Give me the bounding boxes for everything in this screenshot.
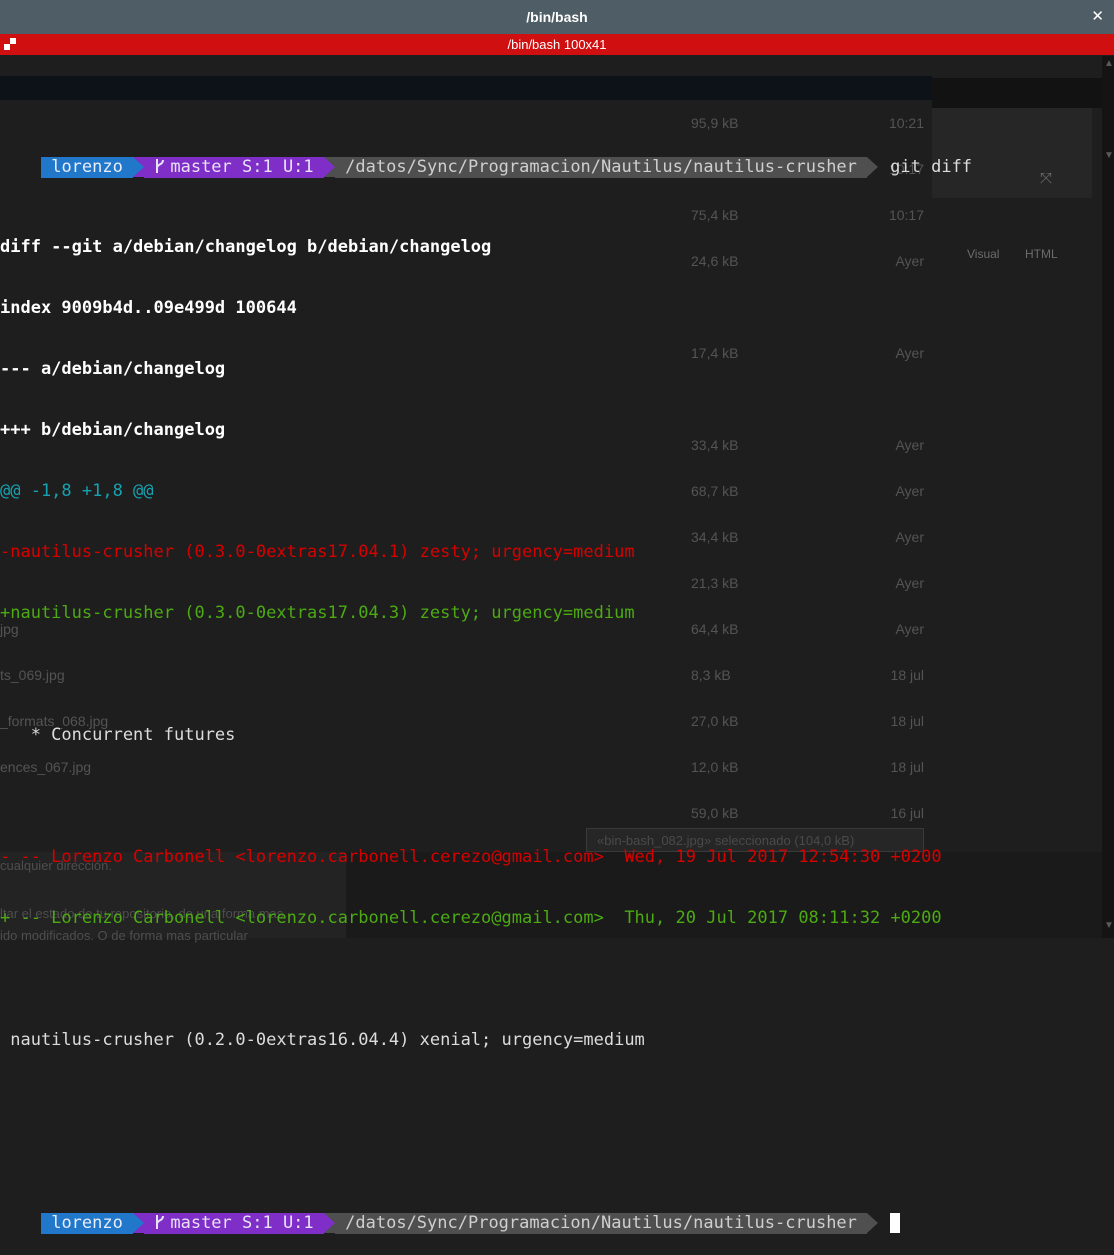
diff-context-line: * Concurrent futures	[0, 725, 236, 745]
window-titlebar[interactable]: /bin/bash ✕	[0, 0, 1114, 34]
prompt-user-segment: lorenzo	[40, 1213, 134, 1234]
prompt-command: git diff	[890, 157, 973, 177]
diff-header-line: --- a/debian/changelog	[0, 359, 226, 379]
close-icon[interactable]: ✕	[1091, 0, 1104, 34]
diff-removed-line: - -- Lorenzo Carbonell <lorenzo.carbonel…	[0, 847, 942, 867]
background-preview-panel: Visual HTML	[932, 108, 1092, 261]
diff-blank-line	[0, 969, 932, 990]
diff-blank-line	[0, 1091, 932, 1112]
view-toggle-visual[interactable]: Visual	[967, 247, 999, 261]
git-branch-icon	[156, 159, 165, 173]
expand-icon[interactable]: ⤧	[1040, 170, 1052, 187]
terminal-output[interactable]: lorenzo master S:1 U:1 /datos/Sync/Progr…	[0, 56, 972, 1234]
diff-added-line: + -- Lorenzo Carbonell <lorenzo.carbonel…	[0, 908, 942, 928]
diff-added-line: +nautilus-crusher (0.3.0-0extras17.04.3)…	[0, 603, 635, 623]
prompt-line: lorenzo master S:1 U:1 /datos/Sync/Progr…	[0, 136, 972, 178]
view-toggle-html[interactable]: HTML	[1025, 247, 1058, 261]
diff-header-line: index 9009b4d..09e499d 100644	[0, 298, 297, 318]
scroll-down-icon[interactable]: ▼	[1104, 150, 1114, 161]
scroll-up-icon[interactable]: ▲	[1104, 58, 1114, 69]
powerline-separator-icon	[867, 157, 879, 177]
terminal-cursor	[890, 1213, 901, 1233]
window-title: /bin/bash	[526, 9, 588, 25]
prompt-git-segment: master S:1 U:1	[144, 157, 324, 178]
powerline-separator-icon	[133, 1213, 145, 1233]
prompt-user: lorenzo	[51, 157, 123, 177]
prompt-user-segment: lorenzo	[40, 157, 134, 178]
diff-blank-line	[0, 664, 932, 685]
background-scrollbar[interactable]	[1102, 56, 1114, 938]
prompt-path-segment: /datos/Sync/Programacion/Nautilus/nautil…	[334, 157, 868, 178]
diff-blank-line	[0, 786, 932, 807]
prompt-branch: master S:1 U:1	[170, 1213, 314, 1233]
prompt-branch: master S:1 U:1	[170, 157, 314, 177]
powerline-separator-icon	[133, 157, 145, 177]
powerline-separator-icon	[867, 1213, 879, 1233]
terminal-tab-bar[interactable]: /bin/bash 100x41	[0, 34, 1114, 55]
diff-removed-line: -nautilus-crusher (0.3.0-0extras17.04.1)…	[0, 542, 635, 562]
scroll-down-icon[interactable]: ▼	[1104, 920, 1114, 931]
powerline-separator-icon	[323, 157, 335, 177]
powerline-separator-icon	[323, 1213, 335, 1233]
diff-header-line: +++ b/debian/changelog	[0, 420, 226, 440]
prompt-line: lorenzo master S:1 U:1 /datos/Sync/Progr…	[0, 1192, 932, 1234]
tab-title: /bin/bash 100x41	[507, 37, 607, 52]
diff-context-line: nautilus-crusher (0.2.0-0extras16.04.4) …	[0, 1030, 645, 1050]
prompt-user: lorenzo	[51, 1213, 123, 1233]
diff-header-line: diff --git a/debian/changelog b/debian/c…	[0, 237, 492, 257]
background-header-band	[932, 78, 1114, 108]
prompt-path: /datos/Sync/Programacion/Nautilus/nautil…	[345, 1213, 857, 1233]
git-branch-icon	[156, 1215, 165, 1229]
prompt-git-segment: master S:1 U:1	[144, 1213, 324, 1234]
diff-hunk-header: @@ -1,8 +1,8 @@	[0, 481, 154, 501]
prompt-path: /datos/Sync/Programacion/Nautilus/nautil…	[345, 157, 857, 177]
prompt-path-segment: /datos/Sync/Programacion/Nautilus/nautil…	[334, 1213, 868, 1234]
